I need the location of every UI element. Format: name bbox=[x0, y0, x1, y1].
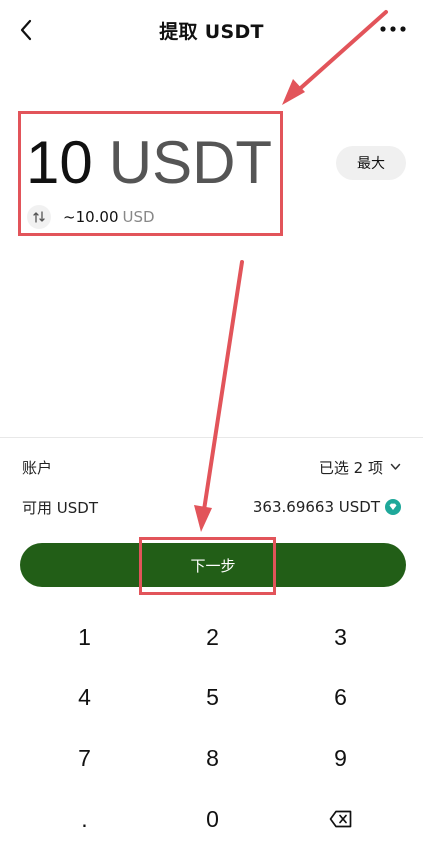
account-selected-text: 已选 2 项 bbox=[318, 458, 383, 477]
more-horizontal-icon bbox=[380, 26, 406, 32]
divider bbox=[0, 437, 423, 438]
max-button[interactable]: 最大 bbox=[336, 146, 406, 180]
key-0[interactable]: 0 bbox=[142, 789, 283, 849]
amount-unit: USDT bbox=[108, 129, 273, 196]
key-8[interactable]: 8 bbox=[142, 728, 283, 788]
backspace-key[interactable] bbox=[270, 789, 411, 849]
key-4[interactable]: 4 bbox=[14, 667, 155, 727]
key-3[interactable]: 3 bbox=[270, 607, 411, 667]
key-2[interactable]: 2 bbox=[142, 607, 283, 667]
key-7[interactable]: 7 bbox=[14, 728, 155, 788]
amount-display: 10 USDT bbox=[26, 130, 272, 196]
arrow-head-top bbox=[282, 79, 305, 105]
more-button[interactable] bbox=[377, 19, 409, 39]
key-1[interactable]: 1 bbox=[14, 607, 155, 667]
chevron-down-icon bbox=[390, 463, 401, 471]
fiat-unit: USD bbox=[122, 208, 155, 226]
fiat-value: ~10.00 bbox=[63, 208, 119, 226]
swap-currency-button[interactable] bbox=[27, 205, 51, 229]
account-label: 账户 bbox=[22, 458, 53, 477]
amount-input-area[interactable]: 10 USDT ~10.00 USD bbox=[18, 111, 283, 236]
page-title: 提取 USDT bbox=[159, 21, 264, 43]
header: 提取 USDT bbox=[0, 0, 423, 58]
key-decimal[interactable]: . bbox=[14, 789, 155, 849]
available-label: 可用 USDT bbox=[22, 498, 98, 517]
amount-value: 10 bbox=[26, 129, 93, 196]
key-6[interactable]: 6 bbox=[270, 667, 411, 727]
next-step-button[interactable]: 下一步 bbox=[20, 543, 406, 587]
key-5[interactable]: 5 bbox=[142, 667, 283, 727]
available-balance-row: 可用 USDT 363.69663 USDT bbox=[22, 494, 401, 520]
account-row: 账户 已选 2 项 bbox=[22, 454, 401, 480]
available-value: 363.69663 USDT bbox=[252, 498, 380, 516]
verified-diamond-icon bbox=[385, 499, 401, 515]
backspace-icon bbox=[329, 810, 351, 828]
account-selector[interactable]: 已选 2 项 bbox=[319, 457, 401, 478]
key-9[interactable]: 9 bbox=[270, 728, 411, 788]
swap-arrows-icon bbox=[33, 211, 45, 223]
fiat-equivalent: ~10.00 USD bbox=[27, 204, 155, 230]
available-balance: 363.69663 USDT bbox=[253, 498, 401, 516]
